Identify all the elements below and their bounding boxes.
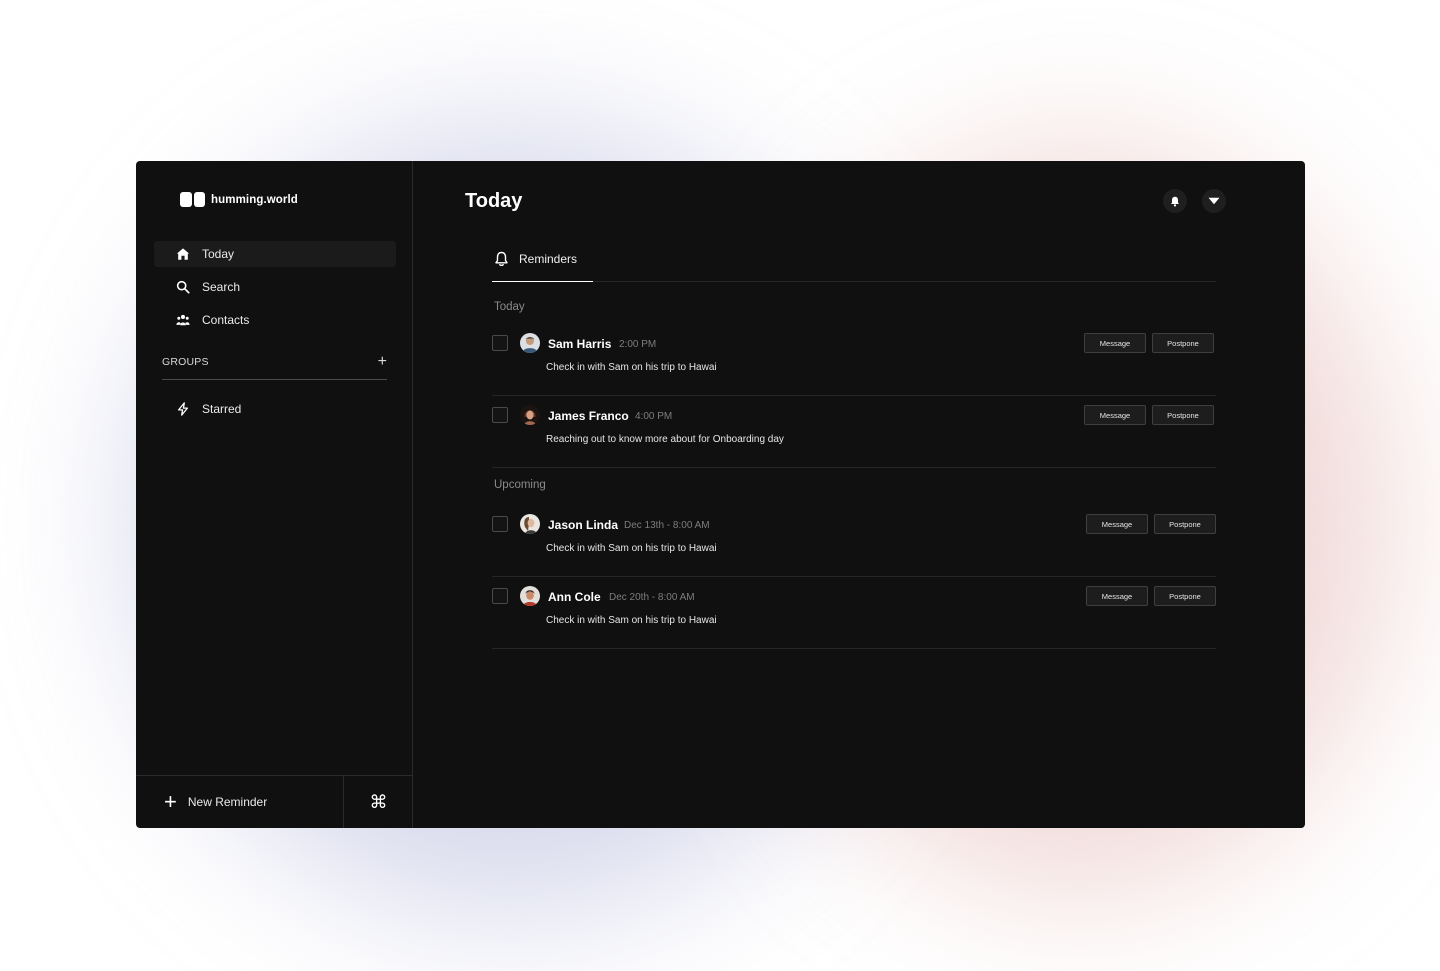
message-button[interactable]: Message [1086,514,1148,534]
sidebar-item-starred[interactable]: Starred [154,396,396,422]
reminder-time: 4:00 PM [635,411,673,422]
tab-bar: Reminders [492,237,1216,282]
reminder-name[interactable]: Sam Harris [548,337,611,351]
page-title: Today [465,190,523,212]
reminder-time: Dec 20th - 8:00 AM [609,592,695,603]
add-group-button[interactable]: + [378,354,387,370]
reminder-note: Reaching out to know more about for Onbo… [546,434,784,445]
reminder-name[interactable]: Ann Cole [548,590,601,604]
reminder-note: Check in with Sam on his trip to Hawai [546,543,717,554]
sidebar-item-label: Starred [202,402,242,416]
reminder-item: Jason Linda Dec 13th - 8:00 AM Check in … [492,504,1216,577]
sidebar-nav: Today Search Contacts [154,241,396,340]
sidebar-item-label: Today [202,247,235,261]
home-icon [176,248,190,260]
command-button[interactable]: ⌘ [343,776,413,828]
groups-header: GROUPS + [162,354,387,380]
sidebar: humming.world Today Search Contacts GROU… [136,161,413,828]
reminder-name[interactable]: Jason Linda [548,518,618,532]
message-button[interactable]: Message [1086,586,1148,606]
avatar [520,586,540,606]
brand-name: humming.world [211,193,298,206]
search-icon [176,280,190,294]
reminder-checkbox[interactable] [492,588,508,604]
groups-label: GROUPS [162,356,209,368]
new-reminder-label: New Reminder [187,795,268,809]
sidebar-item-today[interactable]: Today [154,241,396,267]
message-button[interactable]: Message [1084,405,1146,425]
sidebar-item-search[interactable]: Search [154,274,396,300]
reminder-note: Check in with Sam on his trip to Hawai [546,615,717,626]
chevron-down-icon [1208,197,1220,205]
command-icon: ⌘ [369,791,388,813]
groups-list: Starred [154,396,396,429]
reminder-time: 2:00 PM [619,339,657,350]
sidebar-item-label: Search [202,280,241,294]
sidebar-item-label: Contacts [202,313,250,327]
new-reminder-button[interactable]: + New Reminder [136,776,343,828]
reminder-note: Check in with Sam on his trip to Hawai [546,362,717,373]
reminder-name[interactable]: James Franco [548,409,629,423]
sidebar-footer: + New Reminder ⌘ [136,775,413,828]
reminder-checkbox[interactable] [492,335,508,351]
avatar [520,405,540,425]
reminder-item: Ann Cole Dec 20th - 8:00 AM Check in wit… [492,576,1216,649]
reminder-time: Dec 13th - 8:00 AM [624,520,710,531]
tab-label: Reminders [519,252,578,266]
sidebar-item-contacts[interactable]: Contacts [154,307,396,333]
bolt-icon [177,402,189,416]
reminder-checkbox[interactable] [492,516,508,532]
message-button[interactable]: Message [1084,333,1146,353]
bell-outline-icon [495,251,508,267]
main-content: Today Reminders Today Sam Harris 2:00 PM… [413,161,1305,828]
notifications-button[interactable] [1163,189,1187,213]
postpone-button[interactable]: Postpone [1152,405,1214,425]
plus-icon: + [164,789,177,814]
reminder-checkbox[interactable] [492,407,508,423]
brand-logo[interactable]: humming.world [180,192,298,207]
section-label-upcoming: Upcoming [494,479,546,491]
account-menu-button[interactable] [1202,189,1226,213]
reminder-item: James Franco 4:00 PM Reaching out to kno… [492,395,1216,468]
reminder-item: Sam Harris 2:00 PM Check in with Sam on … [492,323,1216,396]
logo-icon [180,192,205,207]
section-label-today: Today [494,301,525,313]
tab-reminders[interactable]: Reminders [492,237,593,282]
contacts-icon [176,314,190,326]
postpone-button[interactable]: Postpone [1154,514,1216,534]
bell-icon [1171,196,1179,206]
app-window: humming.world Today Search Contacts GROU… [136,161,1305,828]
avatar [520,514,540,534]
postpone-button[interactable]: Postpone [1152,333,1214,353]
postpone-button[interactable]: Postpone [1154,586,1216,606]
avatar [520,333,540,353]
